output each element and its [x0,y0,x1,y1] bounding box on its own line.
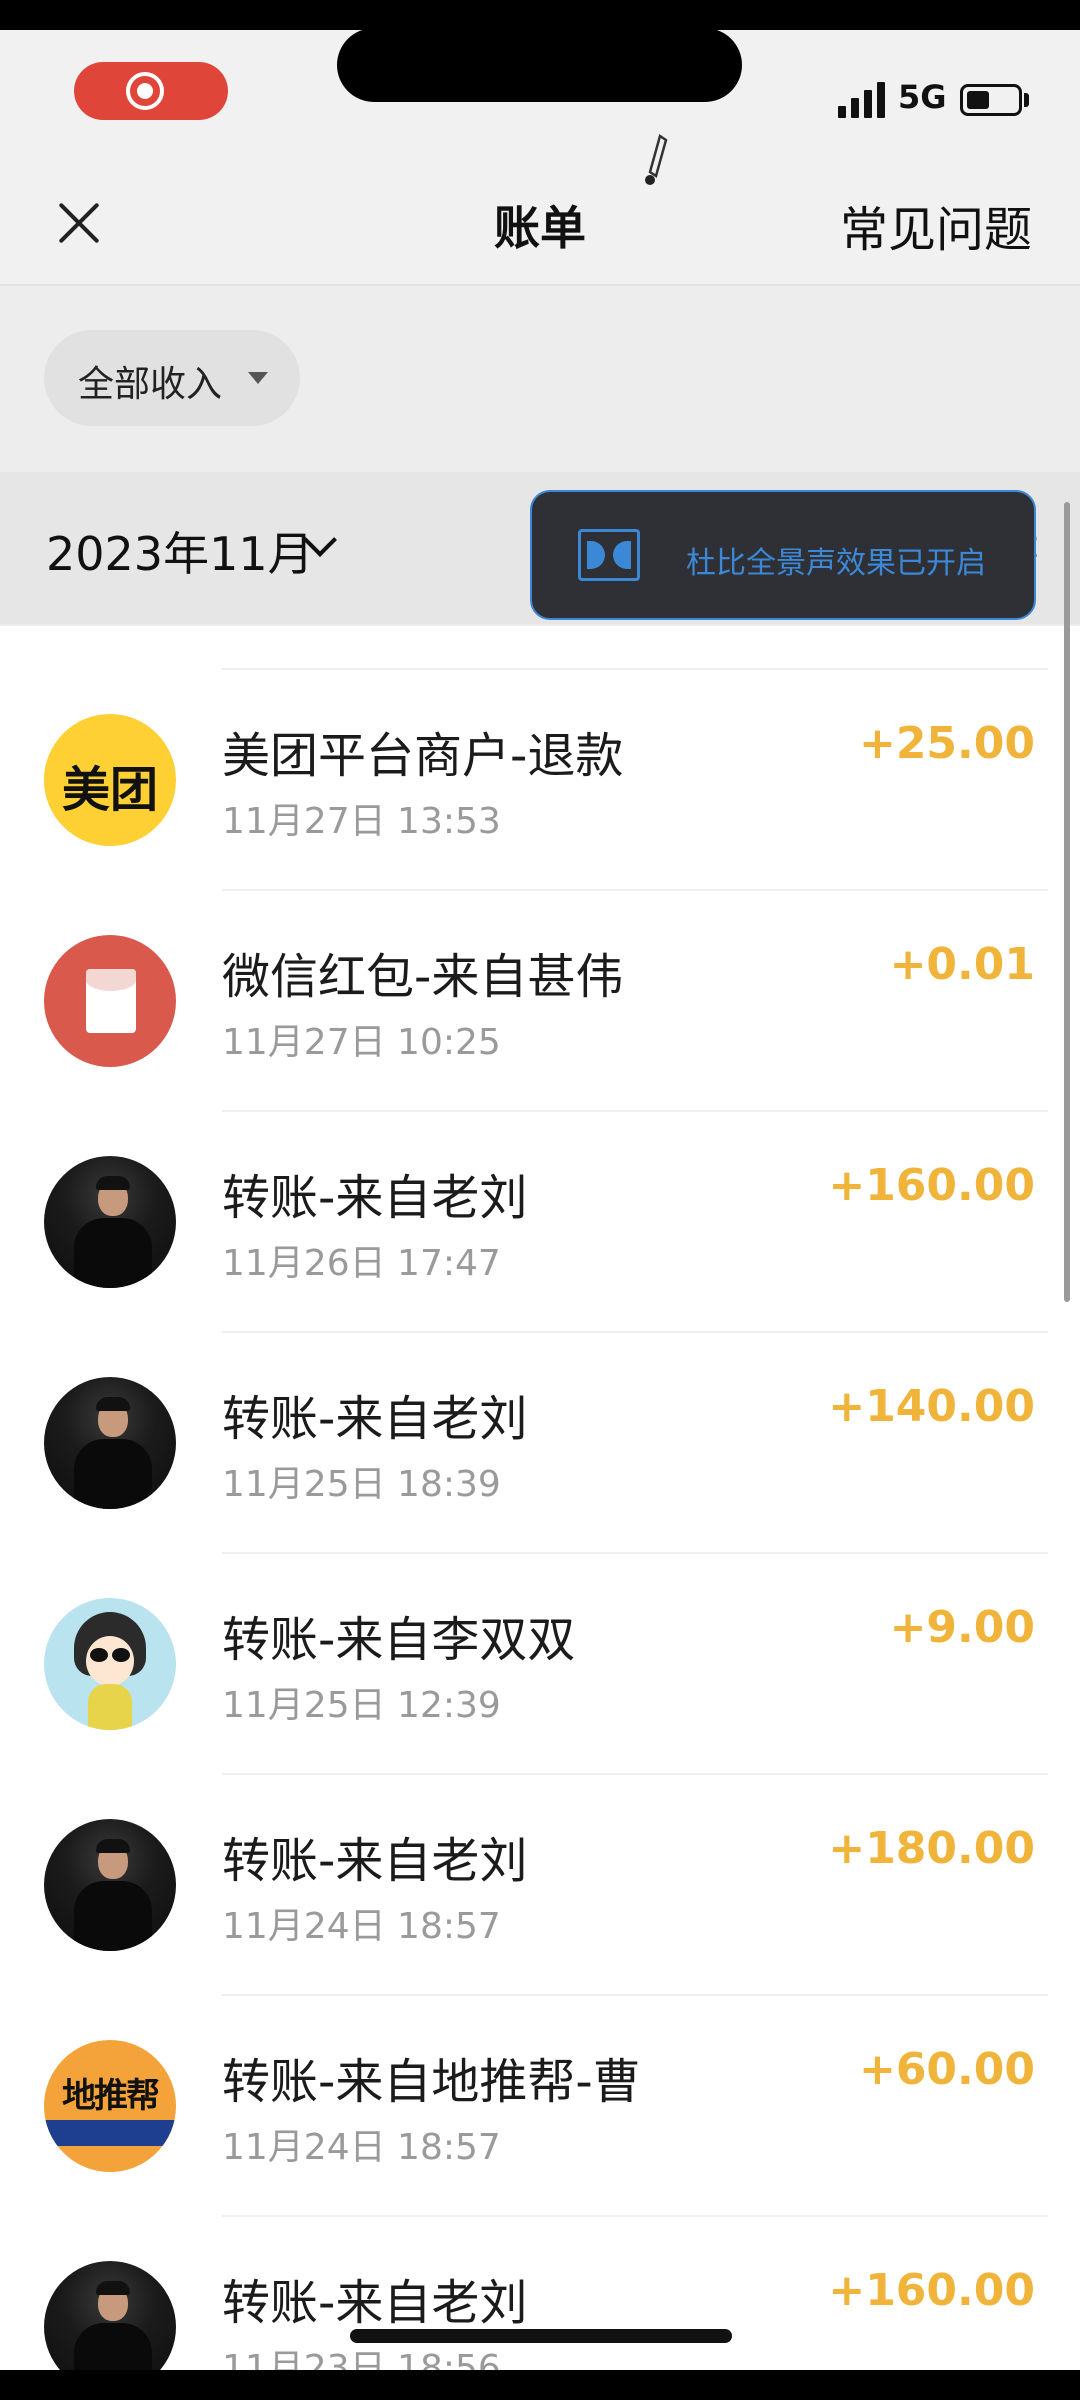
transaction-title: 转账-来自地推帮-曹 [222,2054,641,2110]
transaction-row[interactable]: 转账-来自老刘 11月26日 17:47 +160.00 [0,1112,1080,1333]
transaction-title: 转账-来自老刘 [222,1170,528,1226]
battery-icon [960,84,1022,116]
user-photo [44,1819,176,1951]
transaction-time: 11月23日 18:56 [222,2348,501,2370]
screen-record-icon [126,72,164,110]
ditui-logo: 地推帮 [44,2040,176,2172]
transaction-amount: +0.01 [889,939,1035,990]
faq-button[interactable]: 常见问题 [840,190,1032,260]
touch-cursor-icon [645,134,668,185]
transaction-row[interactable]: 转账-来自老刘 11月25日 18:39 +140.00 [0,1333,1080,1554]
transaction-amount: +140.00 [828,1381,1035,1432]
transaction-amount: +60.00 [858,2044,1035,2095]
user-photo [44,1377,176,1509]
transaction-row[interactable]: 转账-来自老刘 11月23日 18:56 +160.00 [0,2217,1080,2370]
ditui-logo-text: 地推帮 [62,2076,160,2116]
transaction-time: 11月24日 18:57 [222,2127,501,2168]
transaction-list[interactable]: 美团 美团平台商户-退款 11月27日 13:53 +25.00 微信红包-来自… [0,626,1080,2370]
cartoon-avatar [44,1598,176,1730]
month-selector[interactable]: 2023年11月 [46,518,314,584]
income-filter-dropdown[interactable]: 全部收入 [44,330,300,426]
scrollbar[interactable] [1064,502,1070,1302]
user-photo [44,2261,176,2370]
top-black-border [0,0,1080,30]
transaction-amount: +160.00 [828,1160,1035,1211]
home-indicator[interactable] [350,2329,732,2343]
transaction-amount: +25.00 [858,718,1035,769]
meituan-logo-text: 美团 [61,762,158,818]
meituan-logo: 美团 [44,714,176,846]
transaction-row[interactable]: 转账-来自李双双 11月25日 12:39 +9.00 [0,1554,1080,1775]
transaction-amount: +180.00 [828,1823,1035,1874]
transaction-title: 转账-来自李双双 [222,1612,576,1668]
battery-tip [1024,93,1029,107]
transaction-amount: +9.00 [889,1602,1035,1653]
user-photo [44,1156,176,1288]
filter-label: 全部收入 [78,364,223,405]
camera-notch [337,28,742,102]
battery-level [967,91,989,109]
transaction-time: 11月25日 18:39 [222,1464,501,1505]
dolby-icon [578,529,640,581]
caret-down-icon [248,372,268,384]
transaction-row[interactable]: 地推帮 转账-来自地推帮-曹 11月24日 18:57 +60.00 [0,1996,1080,2217]
transaction-time: 11月27日 13:53 [222,801,501,842]
toast-text: 杜比全景声效果已开启 [686,546,986,581]
transaction-time: 11月25日 12:39 [222,1685,501,1726]
red-packet-icon [44,935,176,1067]
bottom-black-border [0,2370,1080,2400]
transaction-time: 11月26日 17:47 [222,1243,501,1284]
transaction-time: 11月27日 10:25 [222,1022,501,1063]
transaction-title: 转账-来自老刘 [222,1391,528,1447]
transaction-title: 美团平台商户-退款 [222,728,624,784]
signal-bars-icon [838,82,886,118]
transaction-title: 微信红包-来自甚伟 [222,949,624,1005]
transaction-row[interactable]: 微信红包-来自甚伟 11月27日 10:25 +0.01 [0,891,1080,1112]
transaction-amount: +160.00 [828,2265,1035,2316]
network-type: 5G [898,78,947,116]
transaction-row[interactable]: 美团 美团平台商户-退款 11月27日 13:53 +25.00 [0,670,1080,891]
dolby-toast: 杜比全景声效果已开启 [530,490,1036,620]
transaction-title: 转账-来自老刘 [222,1833,528,1889]
transaction-title: 转账-来自老刘 [222,2275,528,2331]
screen-record-indicator[interactable] [74,62,228,120]
transaction-time: 11月24日 18:57 [222,1906,501,1947]
transaction-row[interactable]: 转账-来自老刘 11月24日 18:57 +180.00 [0,1775,1080,1996]
